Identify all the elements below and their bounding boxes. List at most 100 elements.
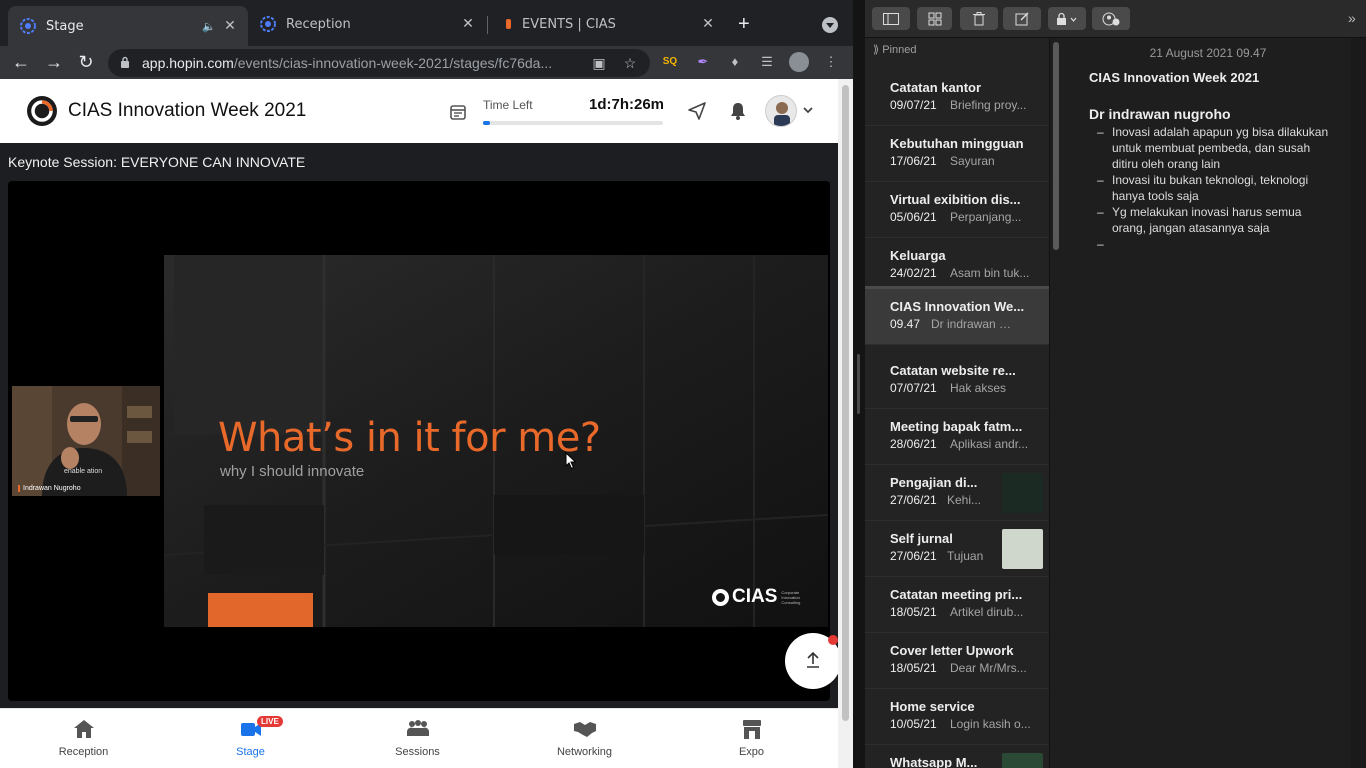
note-item-preview: Artikel dirub...	[950, 605, 1024, 619]
reload-icon[interactable]: ↻	[75, 51, 97, 73]
note-list-item[interactable]: Catatan kantor 09/07/21 Briefing proy...	[865, 70, 1049, 126]
note-item-date: 27/06/21	[890, 549, 937, 563]
nav-label: Sessions	[395, 746, 440, 758]
bookmark-star-icon[interactable]: ☆	[621, 54, 639, 72]
nav-expo[interactable]: Expo	[668, 709, 835, 768]
expand-chevrons-icon[interactable]: »	[1348, 10, 1356, 26]
note-item-date: 28/06/21	[890, 437, 937, 451]
chevron-down-icon[interactable]	[803, 105, 813, 115]
note-item-preview: Briefing proy...	[950, 98, 1027, 112]
note-item-title: Home service	[890, 699, 975, 714]
notes-toolbar: »	[865, 0, 1366, 38]
note-list-item[interactable]: Pengajian di... 27/06/21 Kehi...	[865, 465, 1049, 521]
new-tab-icon[interactable]: +	[738, 13, 750, 36]
editor-scrollbar[interactable]	[1351, 38, 1366, 768]
note-item-date: 09/07/21	[890, 98, 937, 112]
close-tab-icon[interactable]: ✕	[222, 18, 238, 34]
close-tab-icon[interactable]: ✕	[700, 16, 716, 32]
note-list-item[interactable]: Self jurnal 27/06/21 Tujuan	[865, 521, 1049, 577]
cias-ring-icon	[712, 588, 729, 606]
divider-grip[interactable]	[857, 354, 860, 414]
time-left-label: Time Left	[483, 98, 533, 112]
note-list-item[interactable]: Virtual exibition dis... 05/06/21 Perpanja…	[865, 182, 1049, 238]
tab-stage[interactable]: Stage 🔈 ✕	[8, 6, 248, 46]
nav-sessions[interactable]: Sessions	[334, 709, 501, 768]
note-item-title: Whatsapp M...	[890, 755, 978, 768]
shirt-text: enable ation	[64, 468, 103, 475]
note-list-item[interactable]: Meeting bapak fatm... 28/06/21 Aplikasi an…	[865, 409, 1049, 465]
speaker-name: Indrawan Nugroho	[18, 485, 81, 492]
note-item-date: 07/07/21	[890, 381, 937, 395]
note-item-title: Catatan kantor	[890, 80, 982, 95]
note-list-scrollbar[interactable]	[1053, 42, 1059, 250]
note-thumbnail-image	[1002, 529, 1043, 569]
tab-search-icon[interactable]	[822, 17, 838, 33]
lock-icon	[1057, 12, 1077, 25]
back-icon[interactable]: ←	[10, 51, 32, 73]
extension-sq-icon[interactable]: SQ	[661, 53, 679, 71]
note-item-title: CIAS Innovation We...	[890, 299, 1025, 314]
user-avatar[interactable]	[765, 95, 797, 127]
note-item-preview: Dr indrawan nu...	[931, 317, 1013, 331]
bell-icon[interactable]	[728, 101, 748, 121]
calendar-icon[interactable]	[449, 103, 467, 121]
nav-label: Reception	[58, 746, 109, 758]
translate-icon[interactable]: ▣	[590, 54, 608, 72]
toggle-sidebar-button[interactable]	[872, 7, 910, 30]
browser-window: Stage 🔈 ✕ Reception ✕ EVENTS | CIAS ✕ + …	[0, 0, 853, 768]
note-list-item[interactable]: Catatan website re... 07/07/21 Hak akses	[865, 353, 1049, 409]
profile-avatar[interactable]	[789, 52, 809, 72]
forward-icon[interactable]: →	[43, 51, 65, 73]
slide-brand-name: CIAS	[732, 586, 778, 607]
note-item-date: 05/06/21	[890, 210, 937, 224]
lock-note-button[interactable]	[1048, 7, 1086, 30]
send-icon[interactable]	[687, 101, 707, 121]
notes-app: » ⟫ Pinned Catatan kantor 09/07/21 Briefin…	[865, 0, 1366, 768]
note-list-item[interactable]: Cover letter Upwork 18/05/21 Dear Mr/Mrs..…	[865, 633, 1049, 689]
delete-note-button[interactable]	[960, 7, 998, 30]
note-list-item[interactable]: Whatsapp M...	[865, 745, 1049, 768]
video-player[interactable]: What’s in it for me? why I should innova…	[8, 181, 830, 701]
note-title: CIAS Innovation Week 2021	[1089, 70, 1260, 85]
tab-title: Reception	[286, 16, 351, 32]
note-item-preview: Aplikasi andr...	[950, 437, 1029, 451]
page-scrollbar-thumb[interactable]	[842, 85, 849, 721]
address-bar[interactable]: app.hopin.com/events/cias-innovation-wee…	[108, 49, 650, 77]
note-list-item[interactable]: Catatan meeting pri... 18/05/21 Artikel di…	[865, 577, 1049, 633]
note-list-item[interactable]: Home service 10/05/21 Login kasih o...	[865, 689, 1049, 745]
slide-orange-bar	[208, 593, 313, 627]
note-list-item[interactable]: CIAS Innovation We... 09.47 Dr indrawan nu…	[865, 286, 1049, 345]
note-editor[interactable]: 21 August 2021 09.47 CIAS Innovation Wee…	[1065, 38, 1366, 768]
nav-reception[interactable]: Reception	[0, 709, 167, 768]
gallery-view-button[interactable]	[917, 7, 952, 30]
slide-headline: What’s in it for me?	[218, 415, 601, 461]
note-bullet-list: Inovasi adalah apapun yg bisa dilakukan …	[1097, 124, 1333, 252]
speaker-icon[interactable]: 🔈	[202, 20, 216, 33]
media-queue-icon[interactable]: ☰	[758, 53, 776, 71]
share-note-button[interactable]	[1092, 7, 1130, 30]
window-divider[interactable]	[853, 0, 865, 768]
nav-networking[interactable]: Networking	[501, 709, 668, 768]
note-item-preview: Asam bin tuk...	[950, 266, 1030, 280]
note-item-preview: Tujuan	[947, 549, 984, 563]
tab-events-cias[interactable]: EVENTS | CIAS ✕	[490, 8, 726, 40]
note-thumbnail-image	[1002, 753, 1043, 768]
note-item-title: Catatan website re...	[890, 363, 1016, 378]
note-list-item[interactable]: Kebutuhan mingguan 17/06/21 Sayuran	[865, 126, 1049, 182]
extensions-puzzle-icon[interactable]: ♦	[726, 53, 744, 71]
note-bullet: Inovasi itu bukan teknologi, teknologi h…	[1097, 172, 1333, 204]
close-tab-icon[interactable]: ✕	[460, 16, 476, 32]
slide-brand-logo: CIAS Corporate Innovation Consulting	[712, 586, 803, 608]
nav-stage[interactable]: LIVE Stage	[167, 709, 334, 768]
note-item-date: 10/05/21	[890, 717, 937, 731]
note-item-date: 17/06/21	[890, 154, 937, 168]
note-item-preview: Kehi...	[947, 493, 982, 507]
tab-reception[interactable]: Reception ✕	[248, 8, 486, 40]
page-scrollbar[interactable]	[838, 79, 853, 768]
browser-menu-icon[interactable]: ⋮	[822, 53, 840, 71]
note-item-date: 18/05/21	[890, 661, 937, 675]
url-text[interactable]: app.hopin.com/events/cias-innovation-wee…	[142, 55, 552, 71]
new-note-button[interactable]	[1003, 7, 1041, 30]
tab-separator	[487, 16, 488, 34]
extension-feather-icon[interactable]: ✒	[694, 53, 712, 71]
